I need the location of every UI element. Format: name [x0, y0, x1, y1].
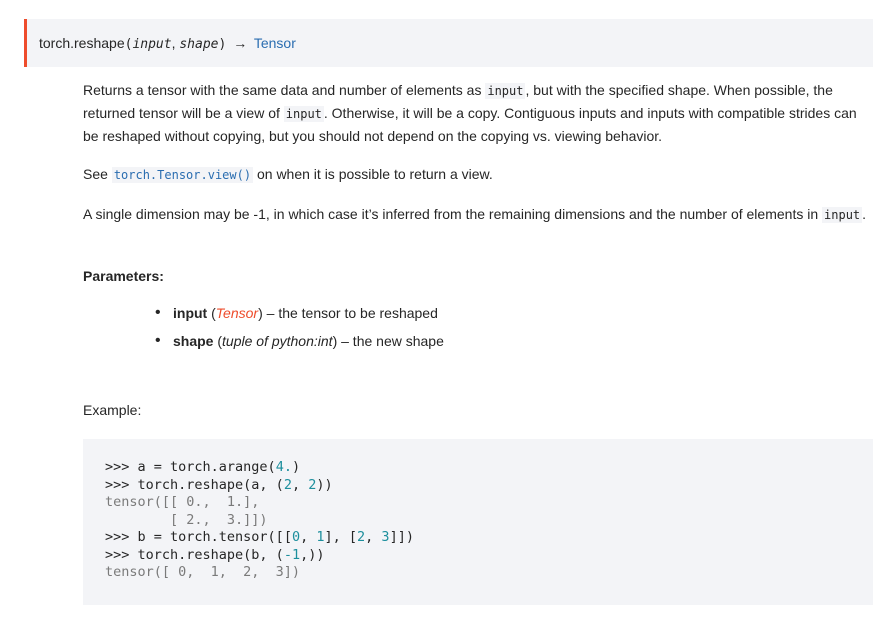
inline-code-input: input [485, 83, 526, 99]
function-signature: torch.reshape(input, shape) → Tensor [24, 19, 873, 67]
param-name: shape [173, 333, 214, 349]
param-description: – the tensor to be reshaped [262, 305, 438, 321]
code-example-block[interactable]: >>> a = torch.arange(4.) >>> torch.reshap… [83, 439, 873, 605]
description-paragraph-3: A single dimension may be -1, in which c… [83, 206, 867, 223]
param-description: – the new shape [337, 333, 444, 349]
param-name: input [173, 305, 208, 321]
code-line: >>> b = torch.tensor([[0, 1], [2, 3]]) [105, 529, 414, 545]
code-line: >>> a = torch.arange(4.) [105, 459, 301, 475]
return-type-link[interactable]: Tensor [254, 35, 296, 51]
description-paragraph-2: See torch.Tensor.view() on when it is po… [83, 166, 493, 183]
inline-code-input: input [822, 207, 863, 223]
param-type-link[interactable]: Tensor [216, 305, 258, 321]
parameters-heading: Parameters: [83, 268, 164, 284]
signature-param-input: input [132, 37, 172, 52]
close-paren: ) [218, 37, 227, 52]
code-line: tensor([[ 0., 1.], [105, 494, 260, 510]
code-line: >>> torch.reshape(a, (2, 2)) [105, 476, 333, 493]
signature-param-shape: shape [179, 37, 219, 52]
return-arrow: → [233, 35, 248, 51]
parameters-list: input (Tensor) – the tensor to be reshap… [155, 303, 444, 359]
example-label: Example: [83, 402, 142, 418]
list-item: shape (tuple of python:int) – the new sh… [155, 331, 444, 359]
inline-code-input: input [283, 106, 324, 122]
list-item: input (Tensor) – the tensor to be reshap… [155, 303, 444, 331]
code-line: [ 2., 3.]]) [105, 511, 268, 528]
param-type: tuple of python:int [222, 333, 333, 349]
tensor-view-link[interactable]: torch.Tensor.view() [111, 166, 254, 183]
code-line: tensor([ 0, 1, 2, 3]) [105, 564, 301, 580]
function-name: torch.reshape [39, 35, 125, 51]
description-paragraph-1: Returns a tensor with the same data and … [83, 82, 857, 144]
code-line: >>> torch.reshape(b, (-1,)) [105, 546, 325, 563]
